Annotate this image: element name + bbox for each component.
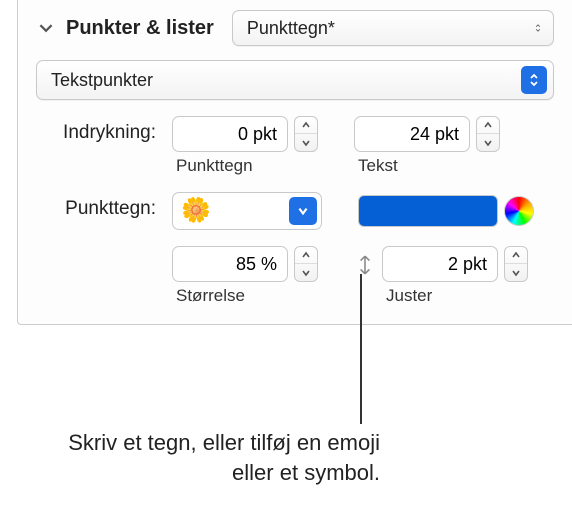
section-header: Punkter & lister Punkttegn* <box>36 10 554 46</box>
step-up-button[interactable] <box>477 117 499 134</box>
bullet-indent-stepper[interactable] <box>172 116 318 152</box>
bullet-size-input[interactable] <box>172 246 288 282</box>
step-down-button[interactable] <box>477 134 499 151</box>
bullet-color-swatch[interactable] <box>358 195 498 227</box>
list-style-dropdown[interactable]: Punkttegn* <box>232 10 554 46</box>
section-title: Punkter & lister <box>66 17 214 40</box>
stepper-arrows <box>504 246 528 282</box>
stepper-arrows <box>476 116 500 152</box>
bullet-size-group: Størrelse <box>172 246 318 306</box>
bullet-align-sublabel: Juster <box>386 286 432 306</box>
bullet-size-sublabel: Størrelse <box>176 286 245 306</box>
stepper-arrows <box>294 246 318 282</box>
step-down-button[interactable] <box>295 134 317 151</box>
vertical-resize-icon <box>354 252 376 278</box>
bullet-size-stepper[interactable] <box>172 246 318 282</box>
bullet-emoji-preview: 🌼 <box>181 199 211 223</box>
bullet-align-input[interactable] <box>382 246 498 282</box>
bullet-color-group <box>358 195 534 227</box>
align-wrap: Juster <box>354 246 528 306</box>
step-up-button[interactable] <box>505 247 527 264</box>
dropdown-indicator <box>521 66 547 94</box>
callout-leader-line <box>360 274 362 424</box>
updown-icon <box>533 23 543 33</box>
bullet-indent-input[interactable] <box>172 116 288 152</box>
dropdown-indicator <box>289 197 317 225</box>
bullet-type-row: Tekstpunkter <box>36 60 554 100</box>
indent-label: Indrykning: <box>36 116 156 144</box>
bullet-align-group: Juster <box>382 246 528 306</box>
step-down-button[interactable] <box>505 264 527 281</box>
bullet-align-stepper[interactable] <box>382 246 528 282</box>
size-align-row: Størrelse Juster <box>36 246 554 306</box>
bullet-char-label: Punkttegn: <box>36 192 156 220</box>
step-up-button[interactable] <box>295 117 317 134</box>
text-indent-input[interactable] <box>354 116 470 152</box>
color-picker-button[interactable] <box>504 196 534 226</box>
bullet-type-dropdown[interactable]: Tekstpunkter <box>36 60 554 100</box>
callout-text: Skriv et tegn, eller tilføj en emoji ell… <box>60 428 380 487</box>
spacer <box>36 246 156 252</box>
bullet-character-select[interactable]: 🌼 <box>172 192 322 230</box>
text-indent-group: Tekst <box>354 116 500 176</box>
bullets-lists-panel: Punkter & lister Punkttegn* Tekstpunkter… <box>17 0 572 325</box>
stepper-arrows <box>294 116 318 152</box>
chevron-down-icon <box>39 21 53 35</box>
bullet-type-value: Tekstpunkter <box>51 70 153 91</box>
step-up-button[interactable] <box>295 247 317 264</box>
indent-row: Indrykning: Punkttegn <box>36 116 554 176</box>
text-indent-sublabel: Tekst <box>358 156 398 176</box>
bullet-indent-group: Punkttegn <box>172 116 318 176</box>
step-down-button[interactable] <box>295 264 317 281</box>
list-style-value: Punkttegn* <box>247 18 335 39</box>
text-indent-stepper[interactable] <box>354 116 500 152</box>
bullet-char-row: Punkttegn: 🌼 <box>36 192 554 230</box>
disclosure-toggle[interactable] <box>36 18 56 38</box>
bullet-indent-sublabel: Punkttegn <box>176 156 253 176</box>
